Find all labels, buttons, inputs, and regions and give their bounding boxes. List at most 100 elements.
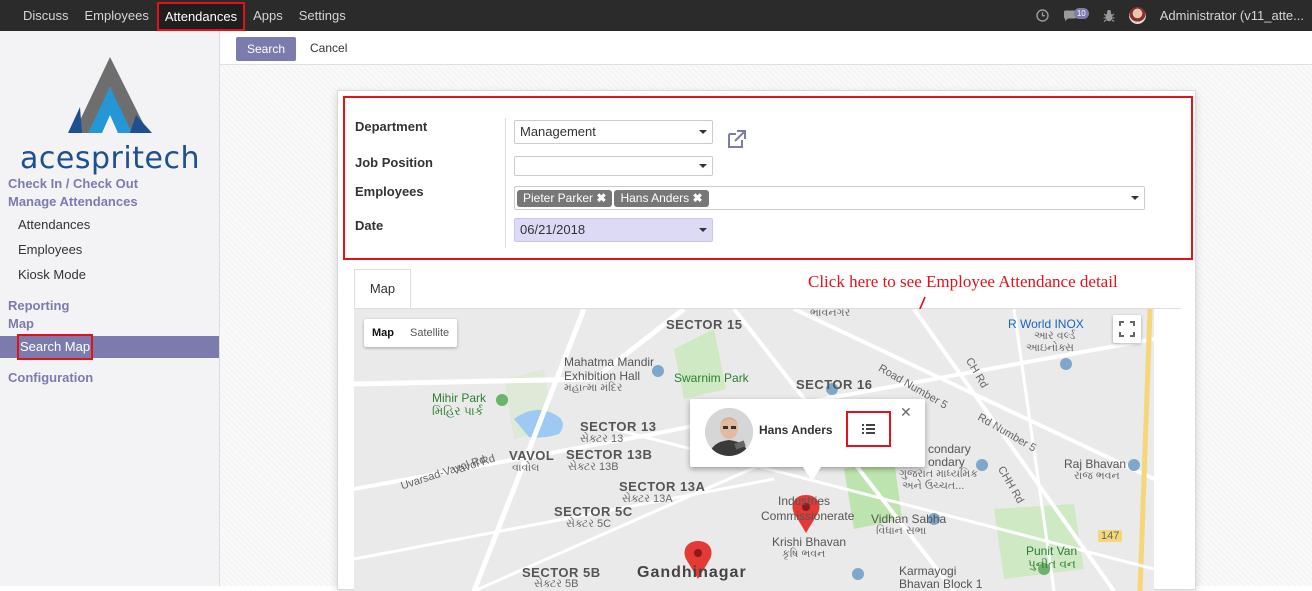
map-label: સેક્ટર 5C	[566, 518, 612, 530]
menu-attendances[interactable]: Attendances	[156, 1, 246, 31]
company-logo: acespritech	[18, 45, 202, 176]
external-link-icon[interactable]	[726, 128, 748, 150]
map-label: ondary	[928, 455, 965, 469]
sidebar-map[interactable]: Map	[8, 315, 34, 333]
map-type-map-button[interactable]: Map	[364, 319, 402, 347]
tab-map[interactable]: Map	[354, 269, 411, 309]
map-label: Gandhinagar	[637, 564, 747, 581]
map-label: SECTOR 13	[580, 419, 657, 434]
map-label: Krishi Bhavan	[772, 535, 847, 549]
clock-icon[interactable]	[1036, 9, 1049, 22]
main-menu: Discuss Employees Attendances Apps Setti…	[0, 0, 354, 31]
employees-label: Employees	[355, 184, 424, 199]
map-label: સેક્ટર 5B	[534, 578, 579, 590]
sidebar-reporting[interactable]: Reporting	[8, 297, 69, 315]
map-label: Mahatma Mandir	[564, 355, 655, 369]
messages-icon[interactable]: 10	[1063, 8, 1089, 22]
menu-employees[interactable]: Employees	[77, 0, 157, 31]
employee-tag[interactable]: Hans Anders ✖	[614, 190, 709, 207]
map-label: SECTOR 15	[666, 317, 743, 332]
map-label: Commissionerate	[761, 509, 855, 523]
map-label: સેક્ટર 13	[580, 433, 624, 445]
map-type-control: Map Satellite	[364, 319, 458, 347]
employee-tag[interactable]: Pieter Parker ✖	[517, 190, 613, 207]
map-label: Raj Bhavan	[1064, 457, 1127, 471]
map-label: SECTOR 13B	[566, 447, 653, 462]
map-label: Mihir Park	[432, 391, 487, 405]
date-label: Date	[355, 218, 384, 233]
job-position-field[interactable]	[514, 156, 713, 176]
map-label: વિધાન સભા	[876, 525, 927, 537]
map-label: R World INOX	[1008, 317, 1084, 331]
date-field[interactable]: 06/21/2018	[514, 218, 713, 242]
map-label: Bhavan Block 1	[899, 577, 983, 591]
job-position-label: Job Position	[355, 155, 433, 170]
map-label: અને ઉચ્ચત...	[902, 480, 965, 492]
menu-settings[interactable]: Settings	[291, 0, 354, 31]
sidebar-item-attendances[interactable]: Attendances	[18, 217, 90, 232]
annotation-text: Click here to see Employee Attendance de…	[808, 272, 1118, 291]
search-button[interactable]: Search	[236, 37, 296, 61]
top-navbar: Discuss Employees Attendances Apps Setti…	[0, 0, 1312, 31]
sidebar-configuration[interactable]: Configuration	[8, 369, 93, 387]
remove-tag-icon[interactable]: ✖	[693, 191, 703, 205]
google-map[interactable]: SECTOR 15 Mahatma Mandir Exhibition Hall…	[354, 309, 1154, 591]
map-label: મહાત્મા મંદિર	[564, 382, 623, 394]
remove-tag-icon[interactable]: ✖	[596, 191, 606, 205]
department-label: Department	[355, 119, 428, 134]
date-value: 06/21/2018	[520, 222, 586, 237]
chevron-down-icon	[699, 228, 707, 232]
map-label: સેક્ટર 13B	[568, 461, 619, 473]
map-label: મિહિર પાર્ક	[432, 404, 484, 418]
info-window-tail	[803, 467, 821, 481]
chevron-down-icon	[699, 164, 707, 168]
map-label: Punit Van	[1026, 544, 1078, 558]
user-menu[interactable]: Administrator (v11_atte...	[1160, 8, 1304, 23]
map-type-satellite-button[interactable]: Satellite	[402, 319, 457, 347]
employees-field[interactable]: Pieter Parker ✖ Hans Anders ✖	[514, 186, 1145, 210]
bug-icon[interactable]	[1103, 9, 1115, 22]
menu-apps[interactable]: Apps	[245, 0, 291, 31]
search-form: Department Management Job Position Emplo…	[343, 96, 1193, 260]
map-label: SECTOR 5C	[554, 504, 633, 519]
map-label: Karmayogi	[899, 564, 957, 578]
form-divider	[505, 118, 506, 248]
sidebar-item-employees[interactable]: Employees	[18, 242, 82, 257]
sidebar-item-kiosk-mode[interactable]: Kiosk Mode	[18, 267, 86, 282]
chevron-down-icon	[1131, 196, 1139, 200]
map-label: Industries	[778, 494, 831, 508]
attendance-detail-button[interactable]	[846, 411, 891, 447]
map-label: આઇનોક્સ	[1026, 342, 1074, 354]
map-label: કૃષિ ભવન	[782, 548, 826, 560]
department-field[interactable]: Management	[514, 120, 713, 144]
map-label: SECTOR 13A	[619, 479, 706, 494]
chevron-down-icon	[699, 130, 707, 134]
sidebar-check-in-out[interactable]: Check In / Check Out	[8, 175, 138, 193]
control-panel: Search Cancel	[220, 31, 1312, 65]
user-avatar[interactable]	[1128, 7, 1146, 24]
map-label: પુનીત વન	[1028, 557, 1076, 571]
form-sheet: Department Management Job Position Emplo…	[337, 90, 1196, 591]
sidebar: acespritech Check In / Check Out Manage …	[0, 31, 220, 586]
cancel-button[interactable]: Cancel	[310, 41, 347, 55]
map-label: SECTOR 16	[796, 377, 873, 392]
menu-discuss[interactable]: Discuss	[15, 0, 77, 31]
employee-info-window: Hans Anders ✕	[690, 399, 925, 467]
map-label: રાજ ભવન	[1074, 470, 1120, 482]
employee-avatar	[705, 408, 753, 456]
sidebar-item-search-map[interactable]: Search Map	[17, 334, 94, 360]
message-count-badge: 10	[1073, 8, 1089, 19]
map-label: Swarnim Park	[674, 371, 749, 385]
content-area: Department Management Job Position Emplo…	[220, 65, 1312, 591]
map-label: વાવોલ	[512, 462, 540, 474]
map-label: Exhibition Hall	[564, 369, 641, 383]
department-value: Management	[520, 124, 596, 139]
list-icon	[862, 424, 875, 434]
map-label: condary	[928, 442, 971, 456]
close-icon[interactable]: ✕	[900, 404, 912, 421]
map-label: Vidhan Sabha	[871, 512, 947, 526]
map-label: ભાવનગર	[810, 309, 851, 319]
employee-name: Hans Anders	[759, 423, 833, 437]
fullscreen-button[interactable]	[1113, 315, 1141, 343]
sidebar-manage-attendances[interactable]: Manage Attendances	[8, 193, 138, 211]
